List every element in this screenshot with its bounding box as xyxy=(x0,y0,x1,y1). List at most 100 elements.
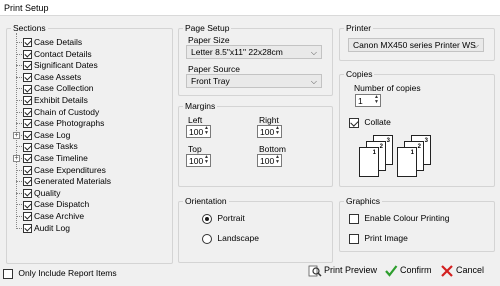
section-label: Case Collection xyxy=(34,83,94,94)
section-checkbox[interactable] xyxy=(23,119,32,129)
cancel-label: Cancel xyxy=(456,265,485,275)
confirm-label: Confirm xyxy=(400,265,432,275)
section-item[interactable]: Case Timeline xyxy=(23,153,88,164)
section-label: Case Assets xyxy=(34,71,82,82)
only-report-items-checkbox[interactable] xyxy=(3,268,13,279)
section-checkbox[interactable] xyxy=(23,73,32,83)
section-checkbox[interactable] xyxy=(23,200,32,210)
section-checkbox[interactable] xyxy=(23,142,32,152)
tree-connector xyxy=(16,181,22,183)
section-label: Contact Details xyxy=(34,48,92,59)
tree-connector xyxy=(16,100,22,101)
margin-bottom-input[interactable]: 100 ▲ ▼ xyxy=(257,154,282,167)
section-checkbox[interactable] xyxy=(23,84,32,94)
spinner-icon[interactable]: ▲ ▼ xyxy=(373,95,380,106)
tree-connector xyxy=(16,76,22,78)
portrait-radio[interactable] xyxy=(202,213,212,224)
section-checkbox[interactable] xyxy=(23,154,32,164)
margin-left-input[interactable]: 100 ▲ ▼ xyxy=(186,125,211,138)
orientation-group: Orientation xyxy=(178,196,333,263)
only-report-items-label: Only Include Report Items xyxy=(18,268,117,278)
section-checkbox[interactable] xyxy=(23,38,32,48)
page-setup-legend: Page Setup xyxy=(183,23,232,34)
cancel-button[interactable]: Cancel xyxy=(440,262,484,278)
section-item[interactable]: Case Dispatch xyxy=(23,199,89,210)
copies-input[interactable]: 1 ▲ ▼ xyxy=(355,94,381,107)
confirm-button[interactable]: Confirm xyxy=(384,262,432,278)
portrait-label: Portrait xyxy=(217,213,245,223)
printer-select[interactable]: Canon MX450 series Printer WS ⌵ xyxy=(348,38,484,52)
section-item[interactable]: Chain of Custody xyxy=(23,107,99,118)
margin-top-input[interactable]: 100 ▲ ▼ xyxy=(186,154,211,167)
section-checkbox[interactable] xyxy=(23,165,32,175)
tree-connector xyxy=(16,65,22,67)
section-item[interactable]: Quality xyxy=(23,188,60,199)
section-item[interactable]: Generated Materials xyxy=(23,176,111,187)
section-item[interactable]: Case Archive xyxy=(23,211,84,222)
section-checkbox[interactable] xyxy=(23,177,32,187)
section-item[interactable]: Contact Details xyxy=(23,49,92,60)
section-label: Case Dispatch xyxy=(34,199,90,210)
orientation-legend: Orientation xyxy=(183,196,229,207)
section-item[interactable]: Audit Log xyxy=(23,223,70,234)
section-item[interactable]: Case Tasks xyxy=(23,141,78,152)
section-item[interactable]: Case Details xyxy=(23,37,82,48)
graphics-legend: Graphics xyxy=(344,196,383,207)
section-label: Audit Log xyxy=(34,222,70,233)
landscape-radio[interactable] xyxy=(202,233,212,244)
spinner-icon[interactable]: ▲ ▼ xyxy=(203,126,210,137)
portrait-option[interactable]: Portrait xyxy=(202,213,245,224)
section-item[interactable]: Exhibit Details xyxy=(23,95,88,106)
expand-plus-icon[interactable]: + xyxy=(13,131,20,139)
expand-plus-icon[interactable]: + xyxy=(13,155,20,162)
section-label: Generated Materials xyxy=(34,176,112,187)
collate-option[interactable]: Collate xyxy=(349,117,391,128)
section-checkbox[interactable] xyxy=(23,223,32,233)
section-item[interactable]: Case Assets xyxy=(23,72,81,83)
section-checkbox[interactable] xyxy=(23,189,32,199)
landscape-option[interactable]: Landscape xyxy=(202,233,259,244)
collate-page: 1 xyxy=(359,147,379,177)
spinner-icon[interactable]: ▲ ▼ xyxy=(203,155,210,166)
section-checkbox[interactable] xyxy=(23,107,32,117)
only-report-items-option[interactable]: Only Include Report Items xyxy=(3,267,117,279)
margin-bottom-value: 100 xyxy=(260,156,275,166)
section-item[interactable]: Case Collection xyxy=(23,83,94,94)
section-checkbox[interactable] xyxy=(23,49,32,59)
paper-source-label: Paper Source xyxy=(188,64,240,74)
print-image-option[interactable]: Print Image xyxy=(349,233,408,244)
section-label: Case Details xyxy=(34,37,83,47)
collate-checkbox[interactable] xyxy=(349,117,359,128)
section-label: Case Log xyxy=(34,129,71,140)
print-image-label: Print Image xyxy=(364,233,408,243)
margin-right-input[interactable]: 100 ▲ ▼ xyxy=(257,125,282,138)
colour-printing-checkbox[interactable] xyxy=(349,213,359,224)
margin-left-label: Left xyxy=(188,115,203,125)
section-item[interactable]: Case Expenditures xyxy=(23,165,106,176)
margins-legend: Margins xyxy=(183,101,218,112)
section-item[interactable]: Case Log xyxy=(23,130,70,141)
margin-top-label: Top xyxy=(188,144,202,154)
magnifier-icon xyxy=(308,265,322,277)
tree-connector xyxy=(16,216,22,217)
paper-size-select[interactable]: Letter 8.5"x11" 22x28cm ⌵ xyxy=(186,45,322,59)
tree-connector xyxy=(16,123,22,125)
paper-size-value: Letter 8.5"x11" 22x28cm xyxy=(191,47,283,57)
section-checkbox[interactable] xyxy=(23,61,32,71)
paper-source-select[interactable]: Front Tray ⌵ xyxy=(186,74,322,88)
tree-connector xyxy=(16,169,22,171)
section-label: Exhibit Details xyxy=(34,95,88,105)
section-item[interactable]: Case Photographs xyxy=(23,118,104,129)
spinner-icon[interactable]: ▲ ▼ xyxy=(274,126,281,137)
section-item[interactable]: Significant Dates xyxy=(23,60,98,71)
print-preview-button[interactable]: Print Preview xyxy=(308,262,377,278)
section-checkbox[interactable] xyxy=(23,96,32,106)
section-checkbox[interactable] xyxy=(23,212,32,222)
print-image-checkbox[interactable] xyxy=(349,233,359,244)
tree-connector xyxy=(16,53,22,55)
spinner-icon[interactable]: ▲ ▼ xyxy=(274,155,281,166)
print-preview-label: Print Preview xyxy=(324,265,378,275)
section-label: Case Timeline xyxy=(34,153,88,163)
section-checkbox[interactable] xyxy=(23,131,32,141)
colour-printing-option[interactable]: Enable Colour Printing xyxy=(349,213,449,224)
